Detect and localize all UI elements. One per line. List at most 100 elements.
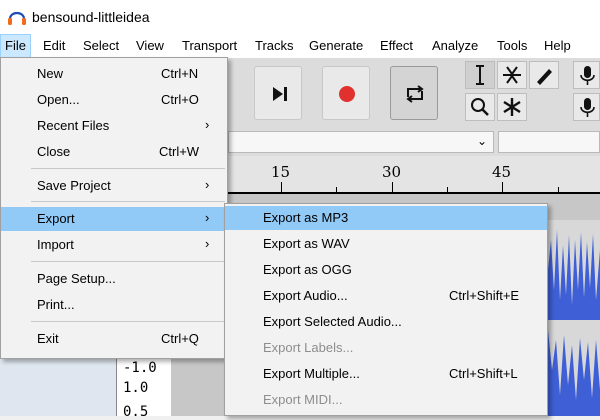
title-bar: bensound-littleidea [0, 0, 600, 34]
timeline-ruler[interactable]: 15 30 45 [228, 156, 600, 194]
menu-item-label: Export Multiple... [263, 366, 360, 381]
menu-bar: File Edit Select View Transport Tracks G… [0, 34, 600, 58]
menu-item-label: Close [37, 144, 71, 159]
file-menu-exit[interactable]: Exit Ctrl+Q [1, 327, 227, 351]
menu-item-label: Open... [37, 92, 80, 107]
playback-meter-button[interactable] [573, 93, 600, 121]
menu-separator [31, 168, 225, 169]
record-button[interactable] [322, 66, 370, 120]
selection-tool-button[interactable] [465, 61, 495, 89]
menu-item-label: Export Labels... [263, 340, 354, 355]
pencil-icon [537, 69, 552, 85]
chevron-down-icon: ⌄ [476, 134, 487, 148]
magnifier-icon [471, 98, 489, 116]
menu-analyze[interactable]: Analyze [428, 34, 482, 58]
menu-item-label: Export as WAV [263, 236, 350, 251]
file-menu-export[interactable]: Export › [1, 207, 227, 231]
menu-generate[interactable]: Generate [305, 34, 367, 58]
file-menu-print[interactable]: Print... [1, 293, 227, 317]
ruler-tick [281, 182, 282, 192]
menu-item-label: Save Project [37, 178, 111, 193]
menu-item-label: Recent Files [37, 118, 110, 133]
menu-item-label: Exit [37, 331, 59, 346]
menu-item-shortcut: Ctrl+W [159, 144, 200, 159]
skip-to-end-button[interactable] [254, 66, 302, 120]
menu-item-label: Export as OGG [263, 262, 352, 277]
export-selected-audio[interactable]: Export Selected Audio... [225, 310, 547, 334]
chevron-right-icon: › [205, 117, 210, 132]
device-select[interactable]: ⌄ [228, 131, 494, 153]
ruler-tick [558, 187, 559, 192]
menu-item-label: Export as MP3 [263, 210, 349, 225]
file-menu-new[interactable]: New Ctrl+N [1, 62, 227, 86]
menu-effect[interactable]: Effect [376, 34, 417, 58]
export-labels[interactable]: Export Labels... [225, 336, 547, 360]
window-title: bensound-littleidea [32, 9, 150, 25]
ruler-tick [447, 187, 448, 192]
draw-tool-button[interactable] [529, 61, 559, 89]
menu-item-shortcut: Ctrl+Shift+L [449, 366, 518, 381]
file-menu-page-setup[interactable]: Page Setup... [1, 267, 227, 291]
chevron-right-icon: › [205, 236, 210, 251]
ruler-tick [502, 182, 503, 192]
audacity-logo-icon [8, 11, 26, 25]
file-menu-recent-files[interactable]: Recent Files › [1, 114, 227, 138]
menu-file[interactable]: File [0, 34, 31, 58]
menu-view[interactable]: View [132, 34, 168, 58]
export-as-mp3[interactable]: Export as MP3 [225, 206, 547, 230]
export-audio[interactable]: Export Audio... Ctrl+Shift+E [225, 284, 547, 308]
scale-label: 1.0 [123, 380, 149, 396]
file-menu-close[interactable]: Close Ctrl+W [1, 140, 227, 164]
chevron-right-icon: › [205, 210, 210, 225]
microphone-icon [580, 98, 595, 117]
menu-tracks[interactable]: Tracks [251, 34, 298, 58]
menu-item-label: Export MIDI... [263, 392, 343, 407]
menu-tools[interactable]: Tools [493, 34, 531, 58]
export-multiple[interactable]: Export Multiple... Ctrl+Shift+L [225, 362, 547, 386]
zoom-tool-button[interactable] [465, 93, 495, 121]
menu-separator [31, 261, 225, 262]
ruler-label: 30 [382, 163, 402, 181]
multi-tool-button[interactable] [497, 93, 527, 121]
menu-select[interactable]: Select [79, 34, 123, 58]
menu-item-label: Export Audio... [263, 288, 348, 303]
file-menu-open[interactable]: Open... Ctrl+O [1, 88, 227, 112]
skip-end-icon [273, 87, 287, 101]
menu-item-label: Import [37, 237, 74, 252]
export-submenu: Export as MP3 Export as WAV Export as OG… [224, 203, 548, 416]
scale-label: 0.5 [123, 404, 149, 420]
menu-help[interactable]: Help [540, 34, 575, 58]
microphone-icon [580, 66, 595, 85]
menu-separator [31, 201, 225, 202]
export-as-wav[interactable]: Export as WAV [225, 232, 547, 256]
ruler-label: 45 [492, 163, 512, 181]
menu-edit[interactable]: Edit [39, 34, 69, 58]
channel-select[interactable] [498, 131, 600, 153]
menu-item-shortcut: Ctrl+Shift+E [449, 288, 520, 303]
export-midi[interactable]: Export MIDI... [225, 388, 547, 412]
menu-item-shortcut: Ctrl+N [161, 66, 199, 81]
ruler-label: 15 [271, 163, 291, 181]
menu-item-label: Export Selected Audio... [263, 314, 402, 329]
menu-separator [31, 321, 225, 322]
i-beam-icon [476, 65, 484, 85]
file-menu-import[interactable]: Import › [1, 233, 227, 257]
file-menu: New Ctrl+N Open... Ctrl+O Recent Files ›… [0, 57, 228, 359]
menu-item-label: Export [37, 211, 75, 226]
menu-item-label: New [37, 66, 64, 81]
envelope-tool-button[interactable] [497, 61, 527, 89]
ruler-tick [392, 182, 393, 192]
loop-icon [406, 85, 424, 103]
envelope-icon [503, 66, 521, 84]
waveform[interactable] [548, 220, 600, 416]
ruler-tick [336, 187, 337, 192]
file-menu-save-project[interactable]: Save Project › [1, 174, 227, 198]
record-meter-button[interactable] [573, 61, 600, 89]
chevron-right-icon: › [205, 177, 210, 192]
record-icon [339, 86, 355, 102]
export-as-ogg[interactable]: Export as OGG [225, 258, 547, 282]
menu-transport[interactable]: Transport [178, 34, 241, 58]
asterisk-icon [503, 98, 521, 116]
loop-button[interactable] [390, 66, 438, 120]
scale-label: -1.0 [123, 360, 157, 376]
